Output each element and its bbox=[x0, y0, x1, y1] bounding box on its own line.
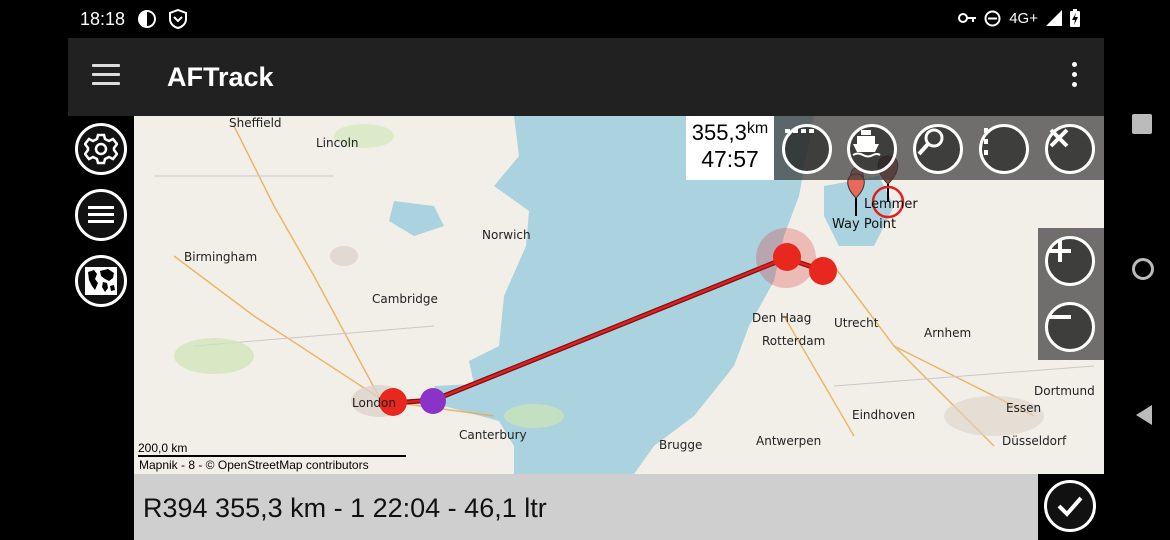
place-label: Den Haag bbox=[752, 311, 812, 325]
battery-charging-icon bbox=[1070, 9, 1080, 27]
status-time: 18:18 bbox=[80, 9, 126, 29]
confirm-button[interactable] bbox=[1044, 480, 1096, 532]
route-toolbar bbox=[774, 116, 1104, 180]
duration-value: 47:57 bbox=[701, 146, 759, 172]
route-point-current[interactable] bbox=[773, 243, 801, 271]
route-summary-bar: R394 355,3 km - 1 22:04 - 46,1 ltr bbox=[134, 474, 1038, 540]
place-label: Antwerpen bbox=[756, 434, 822, 448]
left-inset bbox=[0, 38, 68, 540]
route-summary: R394 355,3 km - 1 22:04 - 46,1 ltr bbox=[143, 493, 547, 523]
track-start-point[interactable] bbox=[420, 388, 446, 414]
waypoint-label: Way Point bbox=[832, 217, 897, 232]
home-button[interactable] bbox=[1132, 258, 1154, 280]
search-icon bbox=[917, 128, 944, 156]
place-label: Birmingham bbox=[184, 250, 258, 264]
close-icon bbox=[1049, 128, 1069, 148]
measure-button[interactable] bbox=[782, 124, 832, 174]
shield-icon bbox=[169, 9, 187, 29]
data-saver-icon bbox=[138, 10, 156, 28]
check-icon bbox=[1057, 496, 1083, 517]
layers-button[interactable] bbox=[75, 189, 127, 241]
close-button[interactable] bbox=[1045, 124, 1095, 174]
system-nav-bar bbox=[1104, 38, 1170, 540]
gear-icon bbox=[84, 133, 118, 165]
signal-icon bbox=[1046, 10, 1062, 26]
settings-button[interactable] bbox=[75, 123, 127, 175]
scale-label: 200,0 km bbox=[138, 441, 188, 455]
zoom-controls bbox=[1038, 228, 1104, 360]
recents-button[interactable] bbox=[1132, 114, 1152, 134]
more-options-button[interactable] bbox=[979, 124, 1029, 174]
place-label: Lincoln bbox=[316, 136, 359, 150]
dashed-line-icon bbox=[785, 129, 814, 133]
status-bar: 18:18 4G+ bbox=[0, 0, 1170, 38]
zoom-in-button[interactable] bbox=[1045, 236, 1095, 286]
scale-bar bbox=[138, 455, 406, 457]
app-bar: AFTrack bbox=[68, 38, 1104, 116]
place-label: London bbox=[352, 396, 396, 410]
place-label: Cambridge bbox=[372, 292, 438, 306]
left-toolbar bbox=[68, 116, 134, 540]
app-title: AFTrack bbox=[167, 62, 274, 92]
plus-icon bbox=[1049, 240, 1071, 262]
place-label: Düsseldorf bbox=[1002, 434, 1067, 448]
route-point-amsterdam[interactable] bbox=[809, 257, 837, 285]
place-label: Rotterdam bbox=[762, 334, 826, 348]
distance-time-box: 355,3km 47:57 bbox=[686, 116, 774, 180]
place-label: Utrecht bbox=[834, 316, 879, 330]
place-label: Sheffield bbox=[229, 116, 282, 130]
destination-label: Lemmer bbox=[864, 197, 918, 212]
place-label: Essen bbox=[1006, 401, 1042, 415]
place-label: Norwich bbox=[482, 228, 531, 242]
boat-icon bbox=[852, 130, 881, 158]
distance-readout: 355,3km bbox=[686, 120, 774, 146]
vpn-key-icon bbox=[958, 13, 977, 23]
overflow-menu-icon[interactable] bbox=[1062, 62, 1086, 92]
world-map-icon bbox=[85, 267, 117, 295]
place-label: Canterbury bbox=[459, 428, 527, 442]
map-select-button[interactable] bbox=[75, 255, 127, 307]
more-vert-icon bbox=[984, 128, 988, 155]
minus-icon bbox=[1049, 315, 1071, 319]
place-label: Dortmund bbox=[1034, 384, 1095, 398]
zoom-out-button[interactable] bbox=[1045, 302, 1095, 352]
list-icon bbox=[88, 206, 114, 223]
place-label: Brugge bbox=[659, 438, 703, 452]
boat-button[interactable] bbox=[847, 124, 897, 174]
search-button[interactable] bbox=[913, 124, 963, 174]
status-right: 4G+ bbox=[958, 9, 1080, 27]
hamburger-menu-icon[interactable] bbox=[92, 64, 120, 88]
place-label: Arnhem bbox=[924, 326, 972, 340]
back-button[interactable] bbox=[1134, 404, 1154, 426]
distance-unit: km bbox=[746, 120, 769, 137]
map-attribution: Mapnik - 8 - © OpenStreetMap contributor… bbox=[139, 458, 369, 472]
map-view[interactable]: Sheffield Lincoln Birmingham Cambridge N… bbox=[134, 116, 1104, 474]
place-label: Eindhoven bbox=[852, 408, 916, 422]
distance-value: 355,3 bbox=[691, 120, 747, 145]
do-not-disturb-icon bbox=[984, 10, 1001, 26]
network-type: 4G+ bbox=[1009, 9, 1038, 27]
